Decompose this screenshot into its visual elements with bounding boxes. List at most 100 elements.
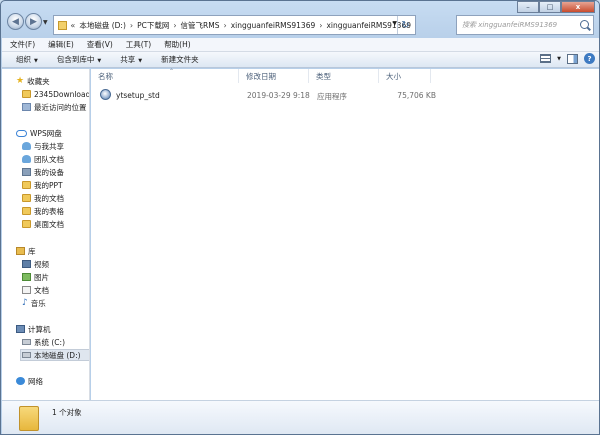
folder-icon [22,220,31,228]
search-placeholder: 搜索 xingguanfeiRMS91369 [462,21,558,29]
file-size: 75,706 KB [397,91,436,100]
chevron-down-icon: ▼ [138,58,143,64]
menu-edit[interactable]: 编辑(E) [40,39,79,50]
file-type: 应用程序 [317,92,347,101]
star-icon: ★ [16,76,25,86]
search-icon[interactable] [580,20,589,29]
recent-pages-dropdown[interactable]: ▼ [43,19,48,26]
chevron-right-icon[interactable]: › [319,21,322,30]
nav-ppt[interactable]: 我的PPT [22,179,63,191]
help-icon[interactable]: ? [584,53,595,64]
organize-button[interactable]: 组织 ▼ [2,54,43,65]
chevron-right-icon[interactable]: › [130,21,133,30]
nav-label: 我的表格 [34,206,64,216]
folder-icon [22,90,31,98]
share-button[interactable]: 共享 ▼ [106,54,147,65]
nav-label: 2345Downloads [34,89,90,99]
column-type-label: 类型 [316,71,331,81]
refresh-button[interactable]: ↻ [397,16,413,34]
nav-favorites[interactable]: ★ 收藏夹 [16,75,50,87]
arrow-left-icon: ◀ [12,16,19,27]
nav-label: 图片 [34,272,49,282]
chevron-down-icon[interactable]: ▼ [557,56,561,62]
breadcrumb-drive-d[interactable]: 本地磁盘 (D:) [79,20,126,31]
chevron-down-icon: ▼ [97,58,102,64]
details-pane: 1 个对象 [2,400,599,434]
breadcrumb-pcdownload[interactable]: PC下载网 [137,20,169,31]
nav-network[interactable]: 网络 [16,375,43,387]
folder-icon [22,207,31,215]
chevron-right-icon[interactable]: › [173,21,176,30]
menu-file[interactable]: 文件(F) [2,39,40,50]
maximize-button[interactable]: □ [539,1,561,13]
music-icon: ♪ [22,298,28,308]
nav-downloads[interactable]: 2345Downloads [22,88,90,100]
breadcrumb-overflow[interactable]: « [70,21,75,30]
application-icon [100,89,111,100]
nav-label: 音乐 [30,298,46,308]
picture-icon [22,273,31,281]
file-row[interactable]: ytsetup_std 2019-03-29 9:18 应用程序 75,706 … [97,88,437,103]
arrow-right-icon: ▶ [30,16,37,27]
menu-tools[interactable]: 工具(T) [118,39,156,50]
nav-library[interactable]: 库 [16,245,36,257]
status-count: 1 个对象 [52,408,82,417]
refresh-icon: ↻ [401,19,410,31]
nav-label: 视频 [34,259,49,269]
nav-drive-c[interactable]: 系统 (C:) [22,336,65,348]
column-name-label: 名称 [98,71,113,81]
drive-icon [22,339,31,345]
drive-icon [22,352,31,358]
forward-button[interactable]: ▶ [25,13,42,30]
nav-sheets[interactable]: 我的表格 [22,205,64,217]
column-size[interactable]: 大小 [379,69,431,83]
nav-desktop-docs[interactable]: 桌面文档 [22,218,64,230]
folder-icon [22,181,31,189]
nav-label: 桌面文档 [34,219,64,229]
nav-team-docs[interactable]: 团队文档 [22,153,64,165]
nav-music[interactable]: ♪ 音乐 [22,297,46,309]
preview-pane-icon[interactable] [567,53,578,64]
nav-label: 库 [28,246,36,256]
view-details-icon[interactable] [540,54,552,63]
nav-shared[interactable]: 与我共享 [22,140,64,152]
nav-my-docs[interactable]: 我的文档 [22,192,64,204]
chevron-right-icon[interactable]: › [224,21,227,30]
nav-drive-d[interactable]: 本地磁盘 (D:) [20,349,89,361]
new-folder-button[interactable]: 新建文件夹 [147,54,204,65]
chevron-down-icon: ▼ [34,58,38,64]
include-library-button[interactable]: 包含到库中 ▼ [43,54,106,65]
nav-documents[interactable]: 文档 [22,284,49,296]
nav-computer[interactable]: 计算机 [16,323,51,335]
close-button[interactable]: x [561,1,595,13]
nav-label: 最近访问的位置 [34,102,87,112]
menu-bar: 文件(F) 编辑(E) 查看(V) 工具(T) 帮助(H) [2,38,599,52]
column-name[interactable]: 名称 ⌃ [91,68,239,83]
folder-icon [22,194,31,202]
document-icon [22,286,31,294]
nav-recent[interactable]: 最近访问的位置 [22,101,87,113]
nav-wps[interactable]: WPS网盘 [16,127,62,139]
address-bar[interactable]: « 本地磁盘 (D:) › PC下载网 › 信管飞RMS › xingguanf… [53,15,416,35]
menu-help[interactable]: 帮助(H) [156,39,196,50]
nav-videos[interactable]: 视频 [22,258,49,270]
back-button[interactable]: ◀ [7,13,24,30]
file-date: 2019-03-29 9:18 [247,91,310,100]
folder-icon [58,20,68,30]
column-type[interactable]: 类型 [309,69,379,83]
library-icon [16,247,25,255]
nav-label: 收藏夹 [27,76,50,86]
nav-pictures[interactable]: 图片 [22,271,49,283]
minimize-button[interactable]: – [517,1,539,13]
nav-devices[interactable]: 我的设备 [22,166,64,178]
view-controls: ▼ ? [540,53,595,64]
column-date[interactable]: 修改日期 [239,69,309,83]
explorer-window: ◀ ▶ ▼ « 本地磁盘 (D:) › PC下载网 › 信管飞RMS › xin… [0,0,600,435]
breadcrumb-folder-1[interactable]: xingguanfeiRMS91369 [231,21,316,30]
search-input[interactable]: 搜索 xingguanfeiRMS91369 [456,15,594,35]
menu-view[interactable]: 查看(V) [79,39,118,50]
breadcrumb-rms[interactable]: 信管飞RMS [181,20,220,31]
column-date-label: 修改日期 [246,71,276,81]
file-name: ytsetup_std [116,91,160,100]
nav-label: 与我共享 [34,141,64,151]
